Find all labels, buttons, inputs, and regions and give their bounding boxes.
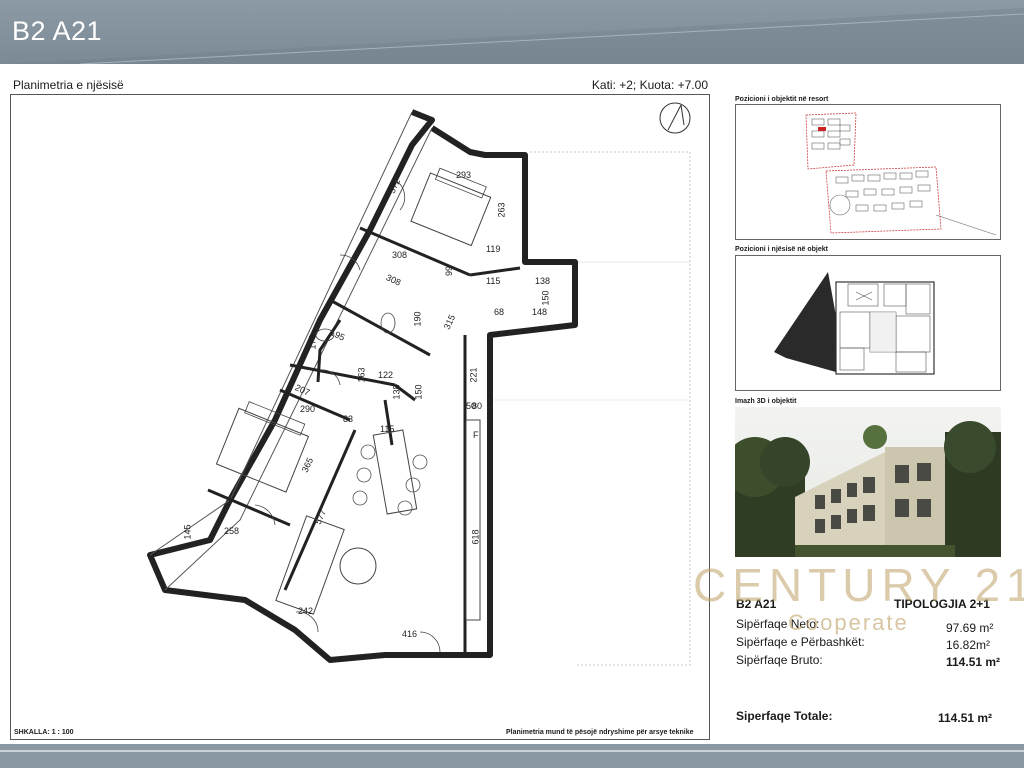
dim-label: 148: [532, 307, 548, 317]
dim-label: 221: [468, 367, 479, 383]
resort-position-map: [735, 104, 1001, 240]
dim-label: 263: [496, 202, 507, 218]
dim-label: 190: [412, 311, 423, 327]
building-3d-render: [735, 407, 1001, 557]
total-area-label: Siperfaqe Totale:: [736, 709, 833, 723]
dim-label: 83: [343, 414, 354, 424]
dim-label: 315: [441, 313, 458, 331]
object-position-map: [735, 255, 1001, 391]
century21-watermark: CENTURY 21: [693, 559, 1024, 611]
dim-label: 618: [470, 529, 481, 545]
dim-label: 293: [456, 170, 472, 180]
plan-note: Planimetria mund të pësojë ndryshime për…: [506, 729, 694, 736]
footer-stripe: [0, 750, 1024, 752]
net-area-value: 97.69 m²: [946, 621, 994, 635]
common-area-value: 16.82m²: [946, 638, 991, 652]
dim-label: 242: [298, 606, 314, 616]
dim-label: 145: [182, 524, 193, 540]
common-area-label: Sipërfaqe e Përbashkët:: [736, 635, 865, 649]
scale-label: SHKALLA: 1 : 100: [14, 729, 74, 736]
footer-bar: [0, 744, 1024, 768]
dim-label: 119: [486, 244, 501, 254]
cooperate-watermark: Cooperate: [788, 610, 909, 635]
dim-label: 207: [293, 382, 312, 398]
gross-area-value: 114.51 m²: [946, 655, 1001, 669]
dim-label: 99: [444, 265, 455, 277]
dim-label: 195: [328, 327, 347, 343]
dim-label: 308: [384, 272, 403, 288]
resort-position-caption: Pozicioni i objektit në resort: [735, 96, 829, 103]
dim-label: 163: [356, 367, 367, 383]
dim-label: 290: [300, 404, 316, 414]
total-area-value: 114.51 m²: [938, 711, 993, 725]
dim-label: 365: [299, 456, 316, 474]
dim-label: 577: [312, 508, 329, 526]
dim-label: 68: [494, 307, 505, 317]
dim-label: 115: [380, 424, 395, 434]
dim-label: F: [473, 430, 479, 440]
gross-area-label: Sipërfaqe Bruto:: [736, 653, 823, 667]
dim-label: 138: [391, 384, 402, 400]
dim-label: 170: [307, 334, 318, 350]
dim-label: 372: [386, 177, 403, 195]
dim-label: 80: [472, 401, 483, 411]
dim-label: 416: [402, 629, 418, 639]
dim-label: 150: [413, 384, 424, 400]
photo-caption: Imazh 3D i objektit: [735, 398, 797, 405]
dim-label: 138: [535, 276, 551, 286]
dim-label: 122: [378, 370, 394, 380]
dim-label: 308: [392, 250, 408, 260]
dim-label: 115: [486, 276, 501, 286]
object-position-caption: Pozicioni i njësisë në objekt: [735, 246, 828, 253]
dim-label: 150: [540, 290, 551, 306]
dim-label: 258: [224, 526, 240, 536]
